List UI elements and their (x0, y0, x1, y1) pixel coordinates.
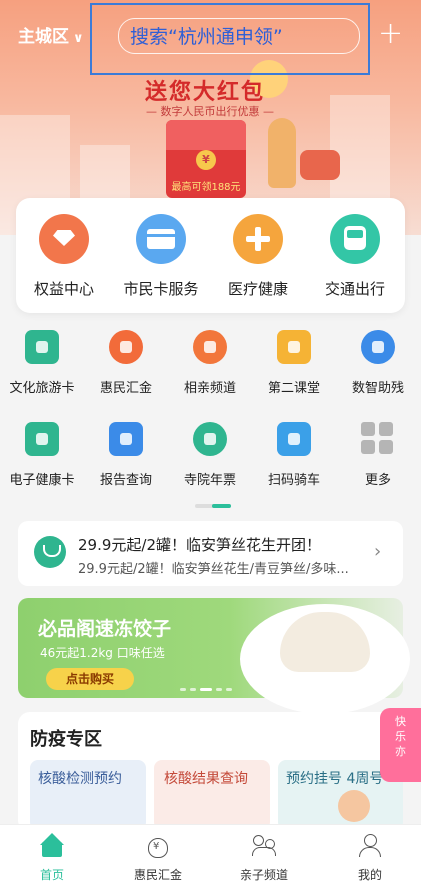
carousel-dot (216, 688, 222, 691)
family-icon (251, 832, 277, 858)
bike-scan-icon (277, 422, 311, 456)
grid-item-travel-card[interactable]: 文化旅游卡 (0, 330, 84, 396)
promo-description: 29.9元起/2罐！临安笋丝花生/青豆笋丝/多味... (78, 562, 349, 577)
quick-item-label: 市民卡服务 (123, 280, 199, 298)
ad-title: 必品阁速冻饺子 (38, 618, 172, 640)
nav-family[interactable]: 亲子频道 (224, 832, 304, 883)
person-illustration (268, 118, 296, 188)
grid-item-label: 第二课堂 (267, 381, 320, 396)
grid-item-temple[interactable]: 寺院年票 (168, 422, 252, 488)
grid-item-label: 更多 (364, 473, 391, 488)
grid-item-label: 电子健康卡 (9, 473, 75, 488)
bus-icon (330, 214, 380, 264)
money-bag-icon (109, 330, 143, 364)
quick-item-label: 医疗健康 (227, 280, 288, 298)
nav-huimin[interactable]: ¥ 惠民汇金 (118, 832, 198, 883)
city-label: 主城区 (18, 27, 69, 47)
nav-home[interactable]: 首页 (12, 832, 92, 883)
flower-icon (361, 330, 395, 364)
section-title: 防疫专区 (30, 729, 102, 750)
nav-label: 首页 (39, 868, 64, 882)
medical-cross-icon (233, 214, 283, 264)
gem-icon (39, 214, 89, 264)
epi-card-label: 核酸结果查询 (164, 771, 248, 787)
banner-title: 送您大红包 (145, 80, 266, 105)
report-icon (109, 422, 143, 456)
person-illustration-arm (300, 150, 340, 180)
quick-services-card: 权益中心 市民卡服务 医疗健康 交通出行 (16, 198, 405, 313)
coin-icon: ¥ (196, 150, 216, 170)
travel-card-icon (25, 330, 59, 364)
promo-title: 29.9元起/2罐！临安笋丝花生开团！ (78, 536, 321, 554)
profile-icon (357, 832, 383, 858)
money-bag-icon: ¥ (145, 832, 171, 858)
red-envelope-flap (166, 120, 246, 150)
quick-item-transport[interactable]: 交通出行 (310, 214, 400, 299)
card-icon (136, 214, 186, 264)
carousel-dot-active (200, 688, 212, 691)
grid-item-label: 扫码骑车 (267, 473, 320, 488)
grid-item-money-bag[interactable]: 惠民汇金 (84, 330, 168, 396)
epi-card-label: 预约挂号 4周号 (286, 771, 384, 787)
floating-badge[interactable]: 快乐亦 (380, 708, 421, 782)
quick-item-label: 权益中心 (33, 280, 94, 298)
floating-badge-text: 快乐亦 (395, 715, 406, 758)
grid-item-label: 寺院年票 (183, 473, 236, 488)
banner-subtitle: — 数字人民币出行优惠 — (146, 105, 274, 118)
quick-item-rights-center[interactable]: 权益中心 (19, 214, 109, 299)
page-indicator-active (212, 504, 231, 508)
quick-item-medical[interactable]: 医疗健康 (213, 214, 303, 299)
heartbeat-icon (25, 422, 59, 456)
grid-item-label: 文化旅游卡 (9, 381, 75, 396)
doctor-illustration (338, 790, 370, 822)
chevron-right-icon[interactable]: › (374, 541, 381, 562)
ad-subtitle: 46元起1.2kg 口味任选 (40, 646, 165, 660)
grid-item-report[interactable]: 报告查询 (84, 422, 168, 488)
carousel-dot (226, 688, 232, 691)
add-icon[interactable]: + (378, 16, 403, 52)
grid-item-bike-scan[interactable]: 扫码骑车 (252, 422, 336, 488)
home-icon (39, 832, 65, 858)
grid-item-heartbeat[interactable]: 电子健康卡 (0, 422, 84, 488)
epi-card-label: 核酸检测预约 (38, 771, 122, 787)
couple-icon (193, 330, 227, 364)
nav-label: 我的 (357, 868, 382, 882)
nav-profile[interactable]: 我的 (330, 832, 410, 883)
nav-label: 亲子频道 (239, 868, 288, 882)
buy-button[interactable]: 点击购买 (46, 668, 134, 690)
grid-item-more-grid[interactable]: 更多 (336, 422, 420, 488)
grid-item-check-flag[interactable]: 第二课堂 (252, 330, 336, 396)
carousel-dot (190, 688, 196, 691)
grid-item-label: 惠民汇金 (99, 381, 152, 396)
search-highlight-box (90, 3, 370, 75)
chevron-down-icon: ∨ (73, 31, 84, 46)
check-flag-icon (277, 330, 311, 364)
grid-item-label: 报告查询 (99, 473, 152, 488)
carousel-dot (180, 688, 186, 691)
quick-item-label: 交通出行 (324, 280, 385, 298)
city-selector[interactable]: 主城区 ∨ (18, 22, 84, 47)
grid-item-couple[interactable]: 相亲频道 (168, 330, 252, 396)
grid-item-flower[interactable]: 数智助残 (336, 330, 420, 396)
grid-item-label: 相亲频道 (183, 381, 236, 396)
grid-item-label: 数智助残 (351, 381, 404, 396)
banner-max-amount: 最高可领188元 (171, 182, 241, 193)
temple-icon (193, 422, 227, 456)
nav-label: 惠民汇金 (133, 868, 182, 882)
quick-item-citizen-card[interactable]: 市民卡服务 (116, 214, 206, 299)
more-grid-icon (361, 422, 395, 456)
